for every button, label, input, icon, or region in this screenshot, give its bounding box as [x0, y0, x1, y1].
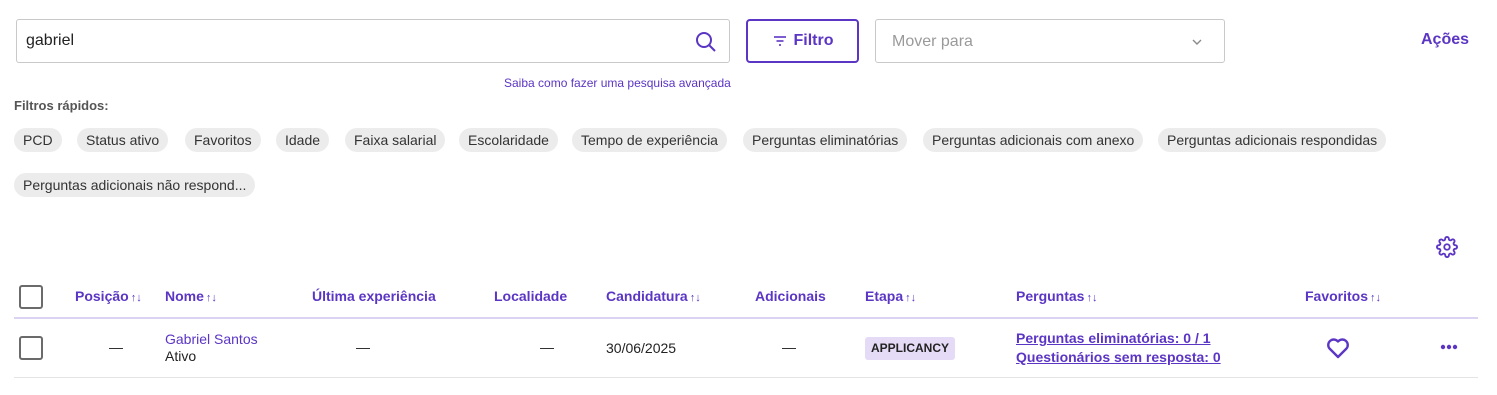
- additional-value: —: [782, 339, 796, 355]
- advanced-search-link[interactable]: Saiba como fazer uma pesquisa avançada: [504, 76, 731, 90]
- more-options-icon[interactable]: [1440, 344, 1458, 350]
- column-header-perguntas[interactable]: Perguntas ↑↓: [1016, 288, 1097, 304]
- application-date: 30/06/2025: [606, 340, 677, 356]
- gear-icon[interactable]: [1436, 236, 1458, 258]
- chip-perguntas-adicionais-nao-respondidas[interactable]: Perguntas adicionais não respond...: [14, 173, 256, 197]
- sort-icon: ↑↓: [130, 292, 142, 304]
- header-divider: [14, 317, 1478, 319]
- search-icon[interactable]: [694, 30, 718, 54]
- filter-icon: [773, 36, 786, 46]
- chip-idade[interactable]: Idade: [276, 128, 330, 152]
- sort-icon: ↑↓: [1086, 292, 1098, 304]
- column-header-etapa[interactable]: Etapa ↑↓: [865, 288, 916, 304]
- row-divider: [14, 377, 1478, 378]
- quick-filters-title: Filtros rápidos:: [14, 98, 109, 113]
- column-header-candidatura[interactable]: Candidatura ↑↓: [606, 288, 701, 304]
- sort-icon: ↑↓: [205, 292, 217, 304]
- stage-badge: APPLICANCY: [865, 337, 956, 360]
- chip-status-ativo[interactable]: Status ativo: [77, 128, 169, 152]
- chip-faixa-salarial[interactable]: Faixa salarial: [345, 128, 446, 152]
- search-input[interactable]: gabriel: [16, 19, 730, 63]
- filter-button-label: Filtro: [793, 32, 834, 49]
- chip-perguntas-eliminatorias[interactable]: Perguntas eliminatórias: [743, 128, 908, 152]
- row-checkbox[interactable]: [19, 336, 43, 360]
- chip-perguntas-adicionais-anexo[interactable]: Perguntas adicionais com anexo: [923, 128, 1144, 152]
- sort-icon: ↑↓: [1370, 292, 1382, 304]
- chip-tempo-experiencia[interactable]: Tempo de experiência: [572, 128, 727, 152]
- chip-perguntas-adicionais-respondidas[interactable]: Perguntas adicionais respondidas: [1158, 128, 1387, 152]
- column-header-ultima-experiencia: Última experiência: [312, 288, 436, 304]
- actions-menu-button[interactable]: Ações: [1421, 31, 1469, 49]
- unanswered-questionnaires-link[interactable]: Questionários sem resposta: 0: [1016, 349, 1221, 365]
- move-to-placeholder: Mover para: [892, 33, 973, 50]
- chip-favoritos[interactable]: Favoritos: [185, 128, 261, 152]
- heart-icon[interactable]: [1326, 337, 1350, 359]
- column-header-nome[interactable]: Nome ↑↓: [165, 288, 217, 304]
- move-to-select[interactable]: Mover para: [875, 19, 1225, 63]
- sort-icon: ↑↓: [689, 292, 701, 304]
- column-header-adicionais: Adicionais: [755, 288, 826, 304]
- location-value: —: [540, 339, 554, 355]
- column-header-posicao[interactable]: Posição ↑↓: [75, 288, 142, 304]
- candidate-name-link[interactable]: Gabriel Santos: [165, 331, 258, 347]
- search-input-value: gabriel: [26, 32, 75, 49]
- last-experience-value: —: [356, 339, 370, 355]
- column-header-localidade: Localidade: [494, 288, 568, 304]
- candidate-status: Ativo: [165, 348, 197, 364]
- chevron-down-icon: [1192, 39, 1202, 45]
- sort-icon: ↑↓: [905, 292, 917, 304]
- position-value: —: [109, 339, 123, 355]
- eliminatory-questions-link[interactable]: Perguntas eliminatórias: 0 / 1: [1016, 330, 1211, 346]
- filter-button[interactable]: Filtro: [746, 19, 859, 63]
- chip-escolaridade[interactable]: Escolaridade: [459, 128, 558, 152]
- column-header-favoritos[interactable]: Favoritos ↑↓: [1305, 288, 1381, 304]
- chip-pcd[interactable]: PCD: [14, 128, 62, 152]
- select-all-checkbox[interactable]: [19, 285, 43, 309]
